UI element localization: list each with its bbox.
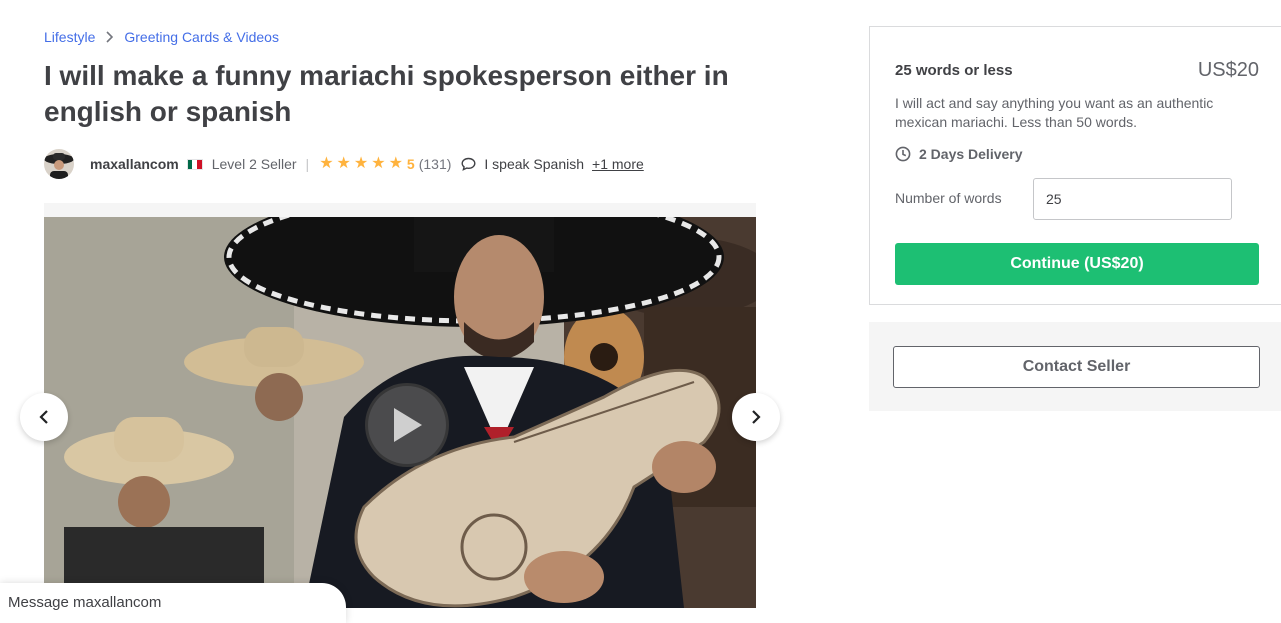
gig-video[interactable] <box>44 217 756 608</box>
breadcrumb: Lifestyle Greeting Cards & Videos <box>44 29 279 45</box>
chevron-left-icon <box>39 410 48 424</box>
gallery-header-strip <box>44 203 756 217</box>
divider: | <box>305 156 310 172</box>
package-name: 25 words or less <box>895 62 1013 79</box>
play-icon <box>394 408 422 442</box>
package-price: US$20 <box>1197 59 1259 81</box>
package-header: 25 words or less US$20 <box>895 59 1259 82</box>
gallery-prev-button[interactable] <box>20 393 68 441</box>
clock-icon <box>895 146 911 162</box>
star-icon: ★ <box>388 155 403 172</box>
contact-seller-box: Contact Seller <box>869 322 1281 411</box>
play-button[interactable] <box>365 383 449 467</box>
contact-seller-button[interactable]: Contact Seller <box>893 346 1260 388</box>
seller-avatar[interactable] <box>44 149 74 179</box>
breadcrumb-greeting-cards[interactable]: Greeting Cards & Videos <box>124 29 279 45</box>
seller-overview: maxallancom Level 2 Seller | ★ ★ ★ ★ ★ 5… <box>44 149 644 179</box>
rating-score: 5 <box>406 156 415 172</box>
mexico-flag-icon <box>186 158 203 170</box>
star-icon: ★ <box>336 155 351 172</box>
package-description: I will act and say anything you want as … <box>895 95 1214 130</box>
chevron-right-icon <box>105 31 114 43</box>
delivery-time: 2 Days Delivery <box>895 146 1023 162</box>
delivery-label: 2 Days Delivery <box>919 146 1023 162</box>
message-seller-bar[interactable]: Message maxallancom <box>0 583 346 623</box>
gig-title: I will make a funny mariachi spokesperso… <box>44 60 729 127</box>
review-count[interactable]: (131) <box>419 156 452 172</box>
star-icon: ★ <box>371 155 386 172</box>
more-languages-link[interactable]: +1 more <box>592 156 644 172</box>
rating-stars[interactable]: ★ ★ ★ ★ ★ <box>319 156 403 172</box>
seller-languages: I speak Spanish <box>484 156 585 172</box>
words-label: Number of words <box>895 190 1002 206</box>
chevron-right-icon <box>752 410 761 424</box>
star-icon: ★ <box>353 155 369 172</box>
star-icon: ★ <box>319 155 334 172</box>
seller-name[interactable]: maxallancom <box>90 156 179 172</box>
package-box: 25 words or less US$20 I will act and sa… <box>869 26 1281 305</box>
continue-button[interactable]: Continue (US$20) <box>895 243 1259 285</box>
seller-level: Level 2 Seller <box>211 156 297 172</box>
gallery-next-button[interactable] <box>732 393 780 441</box>
number-of-words-input[interactable] <box>1033 178 1232 220</box>
breadcrumb-lifestyle[interactable]: Lifestyle <box>44 29 95 45</box>
chat-bubble-icon <box>461 157 476 171</box>
